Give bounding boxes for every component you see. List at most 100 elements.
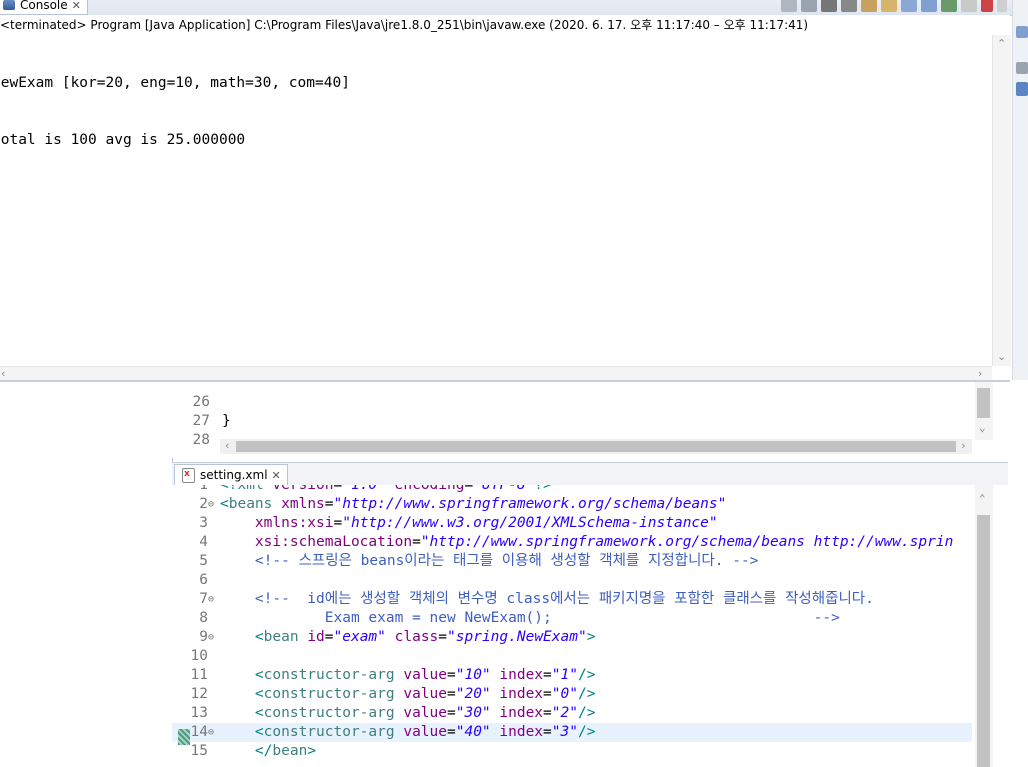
- code-line: 1 <?xml version="1.0" encoding="UTF-8"?>: [172, 485, 972, 495]
- code-text: <!-- 스프링은 beans이라는 태그를 이용해 생성할 객체를 지정합니다…: [220, 552, 758, 571]
- tab-console[interactable]: Console ✕: [0, 0, 88, 15]
- line-number: 4: [199, 534, 208, 550]
- code-token: constructor-arg: [263, 686, 404, 702]
- remove-all-icon[interactable]: [821, 0, 837, 12]
- code-token: />: [577, 667, 596, 683]
- code-token: "1.0": [342, 485, 386, 493]
- close-icon[interactable]: ✕: [272, 469, 281, 482]
- code-token: "3": [551, 724, 578, 740]
- display-console-icon[interactable]: [941, 0, 957, 12]
- code-text: <constructor-arg value="40" index="3"/>: [220, 723, 596, 742]
- code-token: =: [543, 667, 552, 683]
- code-token: "http://www.springframework.org/schema/b…: [333, 496, 727, 512]
- maximize-icon[interactable]: [997, 0, 1007, 12]
- code-line: 8 Exam exam = new NewExam(); -->: [172, 609, 972, 628]
- code-token: index: [499, 667, 544, 683]
- code-line: 26 }: [192, 394, 231, 429]
- java-horizontal-scrollbar[interactable]: ‹ ›: [220, 439, 972, 454]
- java-editor[interactable]: 26 } 27 28 ⌄ ‹ ›: [172, 382, 1008, 458]
- code-token: Exam exam = new NewExam(); -->: [324, 610, 840, 626]
- scroll-right-icon[interactable]: ›: [978, 368, 982, 380]
- scroll-lock-icon[interactable]: [861, 0, 877, 12]
- scroll-down-icon[interactable]: ⌄: [997, 351, 1006, 363]
- xml-file-icon: x: [182, 467, 195, 483]
- task-list-icon[interactable]: [1016, 62, 1028, 74]
- code-line: 3 xmlns:xsi="http://www.w3.org/2001/XMLS…: [172, 514, 972, 533]
- scroll-up-icon[interactable]: ⌃: [997, 38, 1006, 50]
- console-tab-label: Console: [20, 0, 68, 12]
- code-text: <bean id="exam" class="spring.NewExam">: [220, 628, 596, 647]
- code-line: 7 ⊖ <!-- id에는 생성할 객체의 변수명 class에서는 패키지명을 …: [172, 590, 972, 609]
- tab-setting-xml[interactable]: x setting.xml ✕: [174, 464, 288, 485]
- scroll-right-icon[interactable]: ›: [960, 440, 967, 452]
- code-token: ?>: [534, 485, 552, 493]
- xml-vertical-scrollbar[interactable]: ⌃: [975, 485, 993, 767]
- fold-toggle-icon[interactable]: ⊖: [208, 628, 220, 647]
- xml-editor-tab-bar: x setting.xml ✕: [172, 462, 1008, 486]
- code-line: 28: [192, 432, 210, 448]
- scroll-thumb[interactable]: [236, 441, 956, 452]
- scroll-down-icon[interactable]: ⌄: [979, 422, 986, 434]
- line-number: 3: [199, 515, 208, 531]
- remove-launch-icon[interactable]: [781, 0, 797, 12]
- pin-console-icon[interactable]: [921, 0, 937, 12]
- show-on-output-icon[interactable]: [881, 0, 897, 12]
- code-token: =: [333, 515, 343, 531]
- code-token: =: [412, 534, 421, 550]
- console-output[interactable]: NewExam [kor=20, eng=10, math=30, com=40…: [0, 36, 992, 366]
- fold-toggle-icon[interactable]: ⊖: [208, 495, 220, 514]
- console-horizontal-scrollbar[interactable]: ‹ ›: [0, 366, 992, 381]
- java-vertical-scrollbar[interactable]: ⌄: [975, 382, 993, 440]
- word-wrap-icon[interactable]: [841, 0, 857, 12]
- code-text: <?xml version="1.0" encoding="UTF-8"?>: [220, 485, 552, 495]
- scroll-thumb[interactable]: [977, 388, 990, 418]
- code-token: <?: [220, 485, 238, 493]
- fold-toggle-icon[interactable]: ⊖: [208, 723, 220, 742]
- code-token: xmlns: [281, 496, 325, 512]
- code-text: Exam exam = new NewExam(); -->: [220, 609, 840, 628]
- code-token: />: [577, 705, 596, 721]
- line-number: 6: [199, 572, 208, 588]
- scroll-left-icon[interactable]: ‹: [224, 440, 231, 452]
- line-number: 10: [190, 648, 208, 664]
- terminate-icon[interactable]: [801, 0, 817, 12]
- code-token: "0": [551, 686, 578, 702]
- code-token: "exam": [333, 629, 386, 645]
- xml-editor[interactable]: 1 <?xml version="1.0" encoding="UTF-8"?> 2…: [172, 485, 1008, 767]
- console-icon: [3, 0, 15, 10]
- code-token: =: [543, 724, 552, 740]
- line-number: 2: [199, 496, 208, 512]
- scroll-left-icon[interactable]: ‹: [1, 368, 5, 380]
- problems-icon[interactable]: [1016, 82, 1028, 96]
- fold-toggle-icon[interactable]: ⊖: [208, 590, 220, 609]
- scroll-thumb[interactable]: [977, 515, 990, 767]
- code-token: >: [586, 629, 596, 645]
- code-token: <!-- id에는 생성할 객체의 변수명 class에서는 패키지명을 포함한…: [254, 591, 874, 607]
- line-number: 8: [199, 610, 208, 626]
- show-on-error-icon[interactable]: [901, 0, 917, 12]
- console-vertical-scrollbar[interactable]: ⌃ ⌄: [992, 35, 1011, 366]
- scroll-up-icon[interactable]: ⌃: [979, 493, 986, 505]
- code-text: xmlns:xsi="http://www.w3.org/2001/XMLSch…: [220, 514, 718, 533]
- code-token: "1": [551, 667, 578, 683]
- side-toolbar-strip: [1012, 0, 1028, 380]
- minimize-icon[interactable]: [981, 0, 993, 12]
- code-token: constructor-arg: [263, 667, 404, 683]
- xml-tab-label: setting.xml: [200, 468, 268, 482]
- code-token: =: [324, 496, 334, 512]
- code-line: 27: [192, 413, 210, 429]
- open-console-icon[interactable]: [961, 0, 977, 12]
- line-number: 12: [190, 686, 208, 702]
- code-line: 4 xsi:schemaLocation="http://www.springf…: [172, 533, 972, 552]
- outline-icon[interactable]: [1016, 26, 1028, 38]
- code-token: <: [254, 667, 264, 683]
- code-text: <constructor-arg value="10" index="1"/>: [220, 666, 596, 685]
- package-explorer-area: [0, 382, 173, 767]
- close-icon[interactable]: ✕: [72, 0, 81, 12]
